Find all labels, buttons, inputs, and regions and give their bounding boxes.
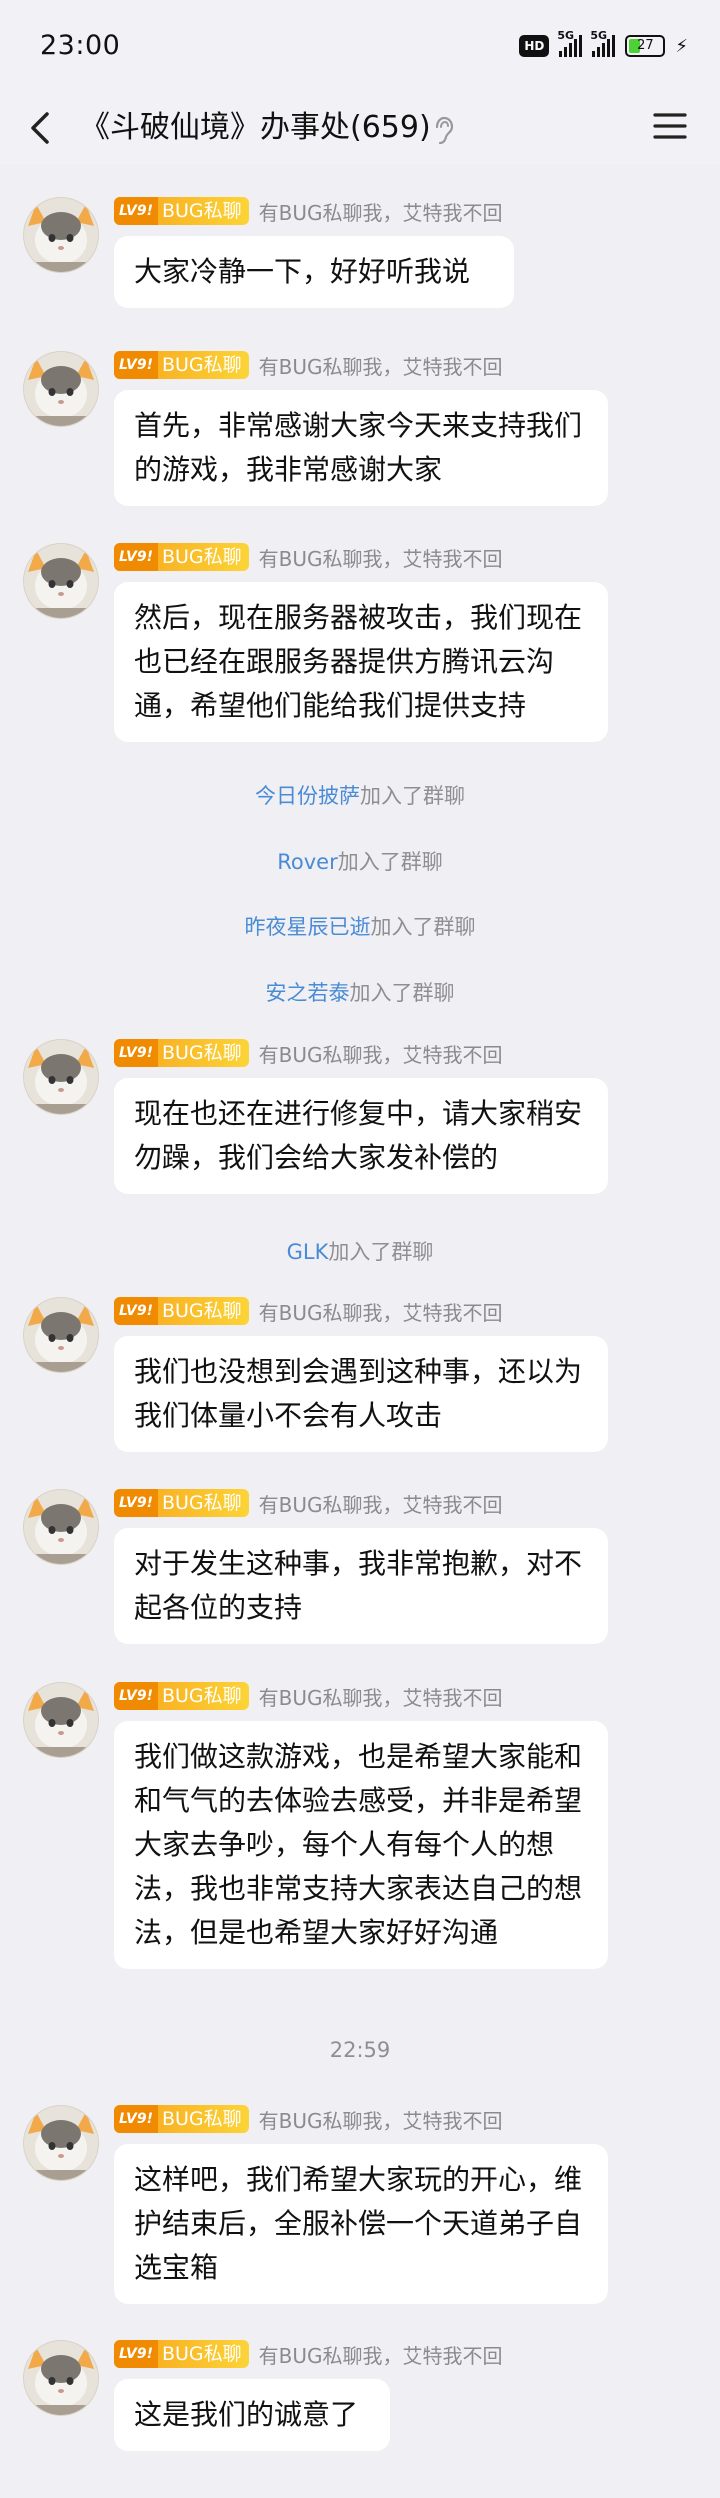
level-badge: LV9! BUG私聊 <box>114 543 249 571</box>
battery-icon: 27 <box>625 35 666 57</box>
sender-nickname[interactable]: 有BUG私聊我，艾特我不回 <box>259 351 503 380</box>
message-bubble[interactable]: 我们也没想到会遇到这种事，还以为我们体量小不会有人攻击 <box>114 1336 608 1452</box>
message-bubble[interactable]: 然后，现在服务器被攻击，我们现在也已经在跟服务器提供方腾讯云沟通，希望他们能给我… <box>114 582 608 742</box>
status-time: 23:00 <box>40 30 121 61</box>
charging-icon: ⚡ <box>675 35 688 57</box>
joined-user-name[interactable]: GLK <box>287 1240 329 1264</box>
sender-meta: LV9! BUG私聊 有BUG私聊我，艾特我不回 <box>114 350 503 380</box>
sender-meta: LV9! BUG私聊 有BUG私聊我，艾特我不回 <box>114 1296 503 1326</box>
sender-meta: LV9! BUG私聊 有BUG私聊我，艾特我不回 <box>114 196 503 226</box>
sender-meta: LV9! BUG私聊 有BUG私聊我，艾特我不回 <box>114 1488 503 1518</box>
message-bubble[interactable]: 首先，非常感谢大家今天来支持我们的游戏，我非常感谢大家 <box>114 390 608 506</box>
level-badge: LV9! BUG私聊 <box>114 1682 249 1710</box>
sender-meta: LV9! BUG私聊 有BUG私聊我，艾特我不回 <box>114 1681 503 1711</box>
avatar[interactable] <box>22 1296 100 1374</box>
joined-user-name[interactable]: 今日份披萨 <box>255 784 360 808</box>
system-join-notice: Rover加入了群聊 <box>277 850 443 874</box>
avatar[interactable] <box>22 542 100 620</box>
status-icons: HD 5G 5G 27 ⚡ <box>519 29 688 60</box>
avatar[interactable] <box>22 2339 100 2417</box>
sender-nickname[interactable]: 有BUG私聊我，艾特我不回 <box>259 543 503 572</box>
message-bubble[interactable]: 我们做这款游戏，也是希望大家能和和气气的去体验去感受，并非是希望大家去争吵，每个… <box>114 1721 608 1969</box>
signal-icon-2: 5G <box>590 29 616 57</box>
timestamp: 22:59 <box>329 2038 391 2062</box>
message-bubble[interactable]: 现在也还在进行修复中，请大家稍安勿躁，我们会给大家发补偿的 <box>114 1078 608 1194</box>
sender-nickname[interactable]: 有BUG私聊我，艾特我不回 <box>259 2105 503 2134</box>
joined-user-name[interactable]: 昨夜星辰已逝 <box>245 915 371 939</box>
hd-icon: HD <box>519 35 550 57</box>
message-bubble[interactable]: 这是我们的诚意了 <box>114 2379 390 2451</box>
sender-nickname[interactable]: 有BUG私聊我，艾特我不回 <box>259 1297 503 1326</box>
sender-nickname[interactable]: 有BUG私聊我，艾特我不回 <box>259 197 503 226</box>
sender-meta: LV9! BUG私聊 有BUG私聊我，艾特我不回 <box>114 2339 503 2369</box>
signal-icon: 5G <box>557 29 583 57</box>
level-badge: LV9! BUG私聊 <box>114 1039 249 1067</box>
avatar[interactable] <box>22 2104 100 2182</box>
sender-nickname[interactable]: 有BUG私聊我，艾特我不回 <box>259 1489 503 1518</box>
menu-icon[interactable] <box>650 106 690 146</box>
system-join-notice: 今日份披萨加入了群聊 <box>255 784 465 808</box>
sender-nickname[interactable]: 有BUG私聊我，艾特我不回 <box>259 2340 503 2369</box>
message-bubble[interactable]: 对于发生这种事，我非常抱歉，对不起各位的支持 <box>114 1528 608 1644</box>
message-bubble[interactable]: 这样吧，我们希望大家玩的开心，维护结束后，全服补偿一个天道弟子自选宝箱 <box>114 2144 608 2304</box>
system-join-notice: 安之若泰加入了群聊 <box>265 981 455 1005</box>
system-join-notice: 昨夜星辰已逝加入了群聊 <box>244 915 476 939</box>
group-title[interactable]: 《斗破仙境》办事处(659) <box>80 102 431 154</box>
level-badge: LV9! BUG私聊 <box>114 351 249 379</box>
back-icon[interactable] <box>22 108 62 148</box>
message-bubble[interactable]: 大家冷静一下，好好听我说 <box>114 236 514 308</box>
level-badge: LV9! BUG私聊 <box>114 2105 249 2133</box>
system-join-notice: GLK加入了群聊 <box>286 1240 434 1264</box>
sender-meta: LV9! BUG私聊 有BUG私聊我，艾特我不回 <box>114 1038 503 1068</box>
avatar[interactable] <box>22 1038 100 1116</box>
chat-area[interactable]: LV9! BUG私聊 有BUG私聊我，艾特我不回 大家冷静一下，好好听我说 LV9… <box>0 164 720 2498</box>
sender-meta: LV9! BUG私聊 有BUG私聊我，艾特我不回 <box>114 542 503 572</box>
ear-icon <box>435 116 454 145</box>
sender-nickname[interactable]: 有BUG私聊我，艾特我不回 <box>259 1039 503 1068</box>
avatar[interactable] <box>22 350 100 428</box>
level-badge: LV9! BUG私聊 <box>114 2340 249 2368</box>
chat-header: 《斗破仙境》办事处(659) <box>0 92 720 164</box>
level-badge: LV9! BUG私聊 <box>114 1297 249 1325</box>
avatar[interactable] <box>22 1488 100 1566</box>
avatar[interactable] <box>22 196 100 274</box>
sender-meta: LV9! BUG私聊 有BUG私聊我，艾特我不回 <box>114 2104 503 2134</box>
avatar[interactable] <box>22 1681 100 1759</box>
level-badge: LV9! BUG私聊 <box>114 1489 249 1517</box>
sender-nickname[interactable]: 有BUG私聊我，艾特我不回 <box>259 1682 503 1711</box>
joined-user-name[interactable]: Rover <box>277 850 337 874</box>
status-bar: 23:00 HD 5G 5G 27 ⚡ <box>0 0 720 92</box>
joined-user-name[interactable]: 安之若泰 <box>266 981 350 1005</box>
level-badge: LV9! BUG私聊 <box>114 197 249 225</box>
